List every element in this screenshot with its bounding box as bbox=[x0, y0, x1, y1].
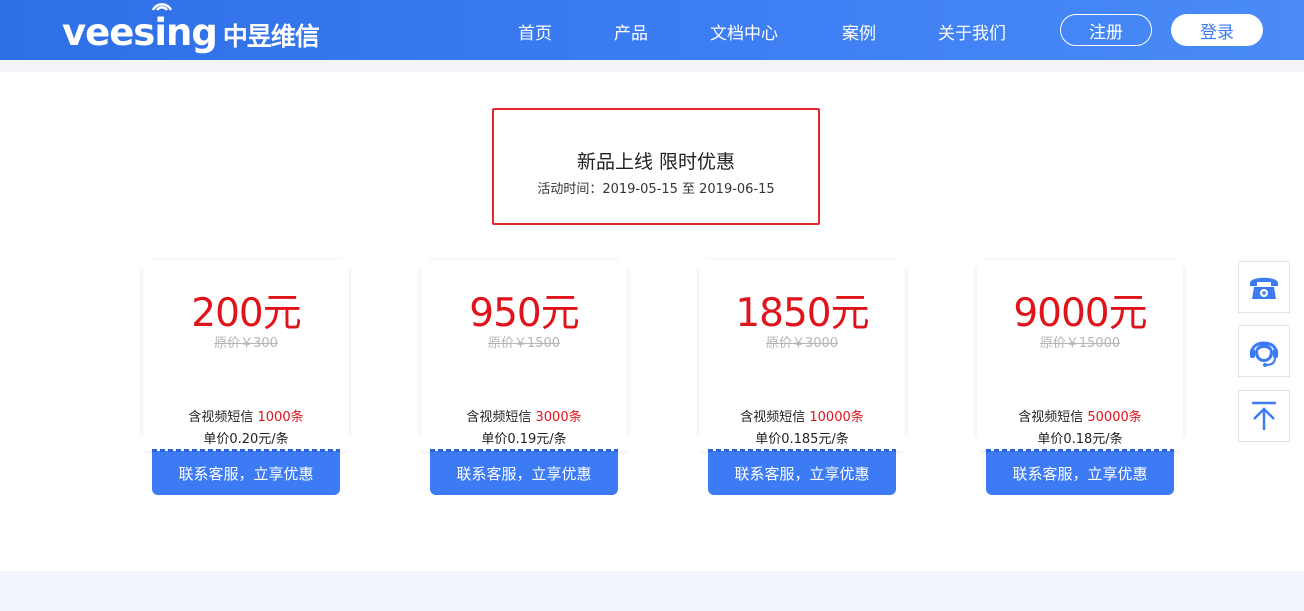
footer-section bbox=[0, 571, 1304, 611]
promo-title: 新品上线 限时优惠 bbox=[576, 151, 736, 173]
card-notch bbox=[136, 253, 150, 267]
card-notch bbox=[342, 437, 356, 451]
phone-button[interactable] bbox=[1238, 261, 1290, 313]
back-to-top-icon bbox=[1252, 401, 1276, 430]
card-notch bbox=[898, 253, 912, 267]
card-unit-price: 单价0.18元/条 bbox=[1037, 432, 1123, 447]
contains-label: 含视频短信 bbox=[740, 410, 810, 425]
nav-products[interactable]: 产品 bbox=[614, 19, 648, 44]
card-quantity: 3000条 bbox=[535, 410, 582, 425]
card-body: 950元 原价￥1500 含视频短信 3000条 单价0.19元/条 bbox=[421, 260, 627, 451]
card-dashed-divider bbox=[986, 449, 1174, 452]
logo-text-cn: 中昱维信 bbox=[222, 21, 320, 51]
contains-label: 含视频短信 bbox=[466, 410, 536, 425]
nav-cases[interactable]: 案例 bbox=[842, 19, 876, 44]
customer-service-icon bbox=[1250, 341, 1278, 367]
price-card: 950元 原价￥1500 含视频短信 3000条 单价0.19元/条 联系客服，… bbox=[414, 253, 634, 497]
card-notch bbox=[898, 437, 912, 451]
contains-label: 含视频短信 bbox=[188, 410, 258, 425]
card-notch bbox=[136, 437, 150, 451]
login-button[interactable]: 登录 bbox=[1171, 14, 1263, 46]
card-notch bbox=[970, 253, 984, 267]
card-body: 1850元 原价￥3000 含视频短信 10000条 单价0.185元/条 bbox=[699, 260, 905, 451]
promo-banner: 新品上线 限时优惠 活动时间：2019-05-15 至 2019-06-15 bbox=[492, 108, 820, 225]
card-unit-price: 单价0.20元/条 bbox=[203, 432, 289, 447]
phone-icon bbox=[1250, 277, 1278, 299]
card-price: 950元 bbox=[469, 291, 579, 336]
price-card: 9000元 原价￥15000 含视频短信 50000条 单价0.18元/条 联系… bbox=[970, 253, 1190, 497]
nav-home[interactable]: 首页 bbox=[518, 19, 552, 44]
customer-service-button[interactable] bbox=[1238, 325, 1290, 377]
card-dashed-divider bbox=[152, 449, 340, 452]
card-dashed-divider bbox=[430, 449, 618, 452]
card-body: 200元 原价￥300 含视频短信 1000条 单价0.20元/条 bbox=[143, 260, 349, 451]
card-notch bbox=[970, 437, 984, 451]
card-contains: 含视频短信 10000条 bbox=[699, 406, 905, 425]
logo-text-en: veesing bbox=[62, 10, 218, 54]
card-contains: 含视频短信 50000条 bbox=[977, 406, 1183, 425]
card-original-price: 原价￥1500 bbox=[487, 336, 561, 351]
card-notch bbox=[1176, 253, 1190, 267]
card-contains: 含视频短信 1000条 bbox=[143, 406, 349, 425]
card-unit-price: 单价0.185元/条 bbox=[755, 432, 849, 447]
card-quantity: 50000条 bbox=[1087, 410, 1142, 425]
contains-label: 含视频短信 bbox=[1018, 410, 1088, 425]
nav-docs[interactable]: 文档中心 bbox=[710, 19, 778, 44]
veesing-logo[interactable]: veesing 中昱维信 bbox=[62, 3, 320, 56]
register-button[interactable]: 注册 bbox=[1060, 14, 1152, 46]
signal-wave-icon bbox=[151, 3, 173, 11]
nav-about[interactable]: 关于我们 bbox=[938, 19, 1006, 44]
contact-service-button[interactable]: 联系客服，立享优惠 bbox=[152, 451, 340, 495]
card-notch bbox=[414, 253, 428, 267]
card-notch bbox=[414, 437, 428, 451]
card-price: 200元 bbox=[191, 291, 301, 336]
card-quantity: 1000条 bbox=[257, 410, 304, 425]
card-notch bbox=[620, 253, 634, 267]
contact-service-button[interactable]: 联系客服，立享优惠 bbox=[708, 451, 896, 495]
card-original-price: 原价￥15000 bbox=[1039, 336, 1121, 351]
card-original-price: 原价￥300 bbox=[214, 336, 278, 351]
card-notch bbox=[1176, 437, 1190, 451]
card-dashed-divider bbox=[708, 449, 896, 452]
header-divider bbox=[0, 60, 1304, 72]
card-price: 9000元 bbox=[1013, 291, 1147, 336]
card-notch bbox=[692, 253, 706, 267]
card-quantity: 10000条 bbox=[809, 410, 864, 425]
price-card: 1850元 原价￥3000 含视频短信 10000条 单价0.185元/条 联系… bbox=[692, 253, 912, 497]
promo-time: 活动时间：2019-05-15 至 2019-06-15 bbox=[537, 182, 775, 197]
card-contains: 含视频短信 3000条 bbox=[421, 406, 627, 425]
card-notch bbox=[620, 437, 634, 451]
card-notch bbox=[342, 253, 356, 267]
card-original-price: 原价￥3000 bbox=[765, 336, 839, 351]
card-unit-price: 单价0.19元/条 bbox=[481, 432, 567, 447]
price-card: 200元 原价￥300 含视频短信 1000条 单价0.20元/条 联系客服，立… bbox=[136, 253, 356, 497]
contact-service-button[interactable]: 联系客服，立享优惠 bbox=[430, 451, 618, 495]
card-notch bbox=[692, 437, 706, 451]
card-price: 1850元 bbox=[735, 291, 869, 336]
top-header: veesing 中昱维信 首页 产品 文档中心 案例 关于我们 注册 登录 bbox=[0, 0, 1304, 60]
card-body: 9000元 原价￥15000 含视频短信 50000条 单价0.18元/条 bbox=[977, 260, 1183, 451]
contact-service-button[interactable]: 联系客服，立享优惠 bbox=[986, 451, 1174, 495]
back-to-top-button[interactable] bbox=[1238, 390, 1290, 442]
